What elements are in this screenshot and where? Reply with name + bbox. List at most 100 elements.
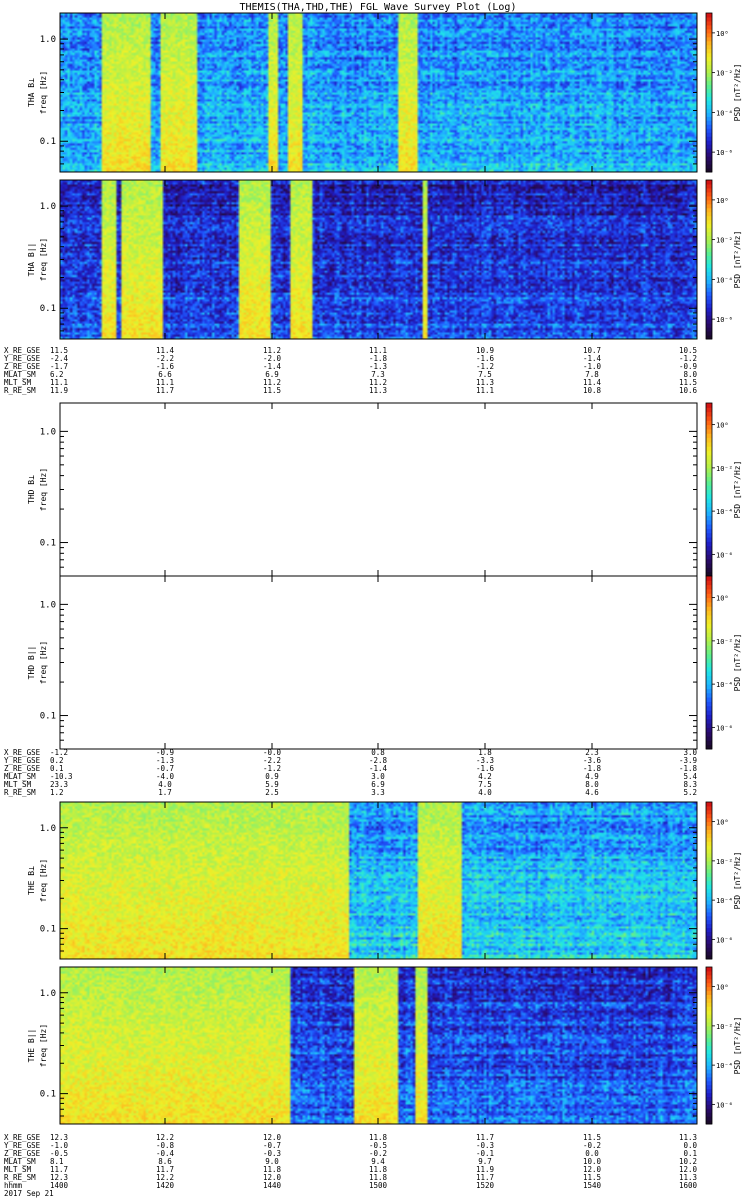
- colorbar-segment: [706, 723, 712, 728]
- colorbar-segment: [706, 315, 712, 320]
- colorbar-segment: [706, 203, 712, 209]
- colorbar-segment: [706, 207, 712, 213]
- ephemeris-value: 10.6: [679, 386, 698, 395]
- colorbar-segment: [706, 653, 712, 659]
- colorbar-segment: [706, 666, 712, 672]
- ephemeris-value: 1500: [369, 1181, 388, 1190]
- colorbar-segment: [706, 243, 712, 249]
- colorbar-segment: [706, 658, 712, 663]
- colorbar-segment: [706, 636, 712, 642]
- colorbar-segment: [706, 606, 712, 612]
- colorbar-segment: [706, 576, 712, 581]
- colorbar-segment: [706, 809, 712, 815]
- colorbar-segment: [706, 24, 712, 30]
- colorbar-segment: [706, 1049, 712, 1054]
- colorbar-segment: [706, 970, 712, 976]
- colorbar-segment: [706, 88, 712, 93]
- colorbar-segment: [706, 247, 712, 253]
- colorbar-tick-label: 10⁻²: [716, 465, 733, 473]
- colorbar-segment: [706, 493, 712, 499]
- spectrogram-panels: 0.11.0THA B⊥ freq [Hz]10⁰10⁻²10⁻⁴10⁻⁶PSD …: [27, 12, 742, 1125]
- colorbar-segment: [706, 868, 712, 874]
- colorbar-segment: [706, 311, 712, 316]
- y-axis-unit: freq [Hz]: [39, 1024, 48, 1067]
- colorbar-segment: [706, 1037, 712, 1043]
- colorbar-segment: [706, 454, 712, 460]
- colorbar-segment: [706, 923, 712, 929]
- colorbar-segment: [706, 1018, 712, 1023]
- colorbar-segment: [706, 821, 712, 827]
- colorbar-segment: [706, 888, 712, 893]
- colorbar-segment: [706, 450, 712, 456]
- ephemeris-value: 10.8: [583, 386, 602, 395]
- y-axis-label: THD B⊥: [27, 475, 36, 504]
- panel-5: 0.1 1.0 THE B|| freq [Hz] 10⁰ 10⁻² 10⁻⁴ 10⁻⁶ PSD…: [27, 966, 742, 1125]
- colorbar-segment: [706, 319, 712, 324]
- colorbar-segment: [706, 299, 712, 304]
- colorbar-segment: [706, 853, 712, 858]
- colorbar-segment: [706, 64, 712, 70]
- colorbar-label: PSD [nT²/Hz]: [733, 461, 742, 519]
- colorbar-tick-label: 10⁻⁴: [716, 109, 733, 117]
- colorbar-segment: [706, 880, 712, 885]
- y-axis-label: THE B⊥: [27, 866, 36, 895]
- colorbar-segment: [706, 900, 712, 905]
- y-axis-unit: freq [Hz]: [39, 71, 48, 114]
- colorbar-segment: [706, 120, 712, 125]
- colorbar-segment: [706, 671, 712, 676]
- colorbar-segment: [706, 939, 712, 944]
- colorbar-segment: [706, 563, 712, 568]
- colorbar-segment: [706, 116, 712, 121]
- colorbar-segment: [706, 541, 712, 547]
- y-tick-label: 0.1: [40, 137, 56, 147]
- colorbar-segment: [706, 935, 712, 940]
- colorbar-segment: [706, 876, 712, 881]
- y-axis-unit: freq [Hz]: [39, 859, 48, 902]
- colorbar-label: PSD [nT²/Hz]: [733, 64, 742, 122]
- colorbar-segment: [706, 597, 712, 603]
- colorbar-segment: [706, 323, 712, 328]
- colorbar-segment: [706, 1092, 712, 1098]
- colorbar-segment: [706, 104, 712, 109]
- colorbar-segment: [706, 16, 712, 22]
- colorbar-segment: [706, 148, 712, 153]
- colorbar-segment: [706, 187, 712, 193]
- colorbar-segment: [706, 132, 712, 137]
- colorbar-segment: [706, 420, 712, 426]
- colorbar-segment: [706, 692, 712, 698]
- spectrogram-image-4: [60, 802, 697, 959]
- colorbar-segment: [706, 640, 712, 646]
- colorbar-segment: [706, 614, 712, 620]
- colorbar-segment: [706, 849, 712, 854]
- colorbar-segment: [706, 1076, 712, 1082]
- colorbar-segment: [706, 896, 712, 901]
- ephemeris-value: 11.5: [263, 386, 281, 395]
- panel-0: 0.1 1.0 THA B⊥ freq [Hz] 10⁰ 10⁻² 10⁻⁴ 10⁻⁶ PSD …: [27, 12, 742, 173]
- colorbar-segment: [706, 701, 712, 707]
- colorbar-segment: [706, 927, 712, 933]
- colorbar-segment: [706, 428, 712, 434]
- colorbar-segment: [706, 515, 712, 521]
- spectrogram-image-1: [60, 180, 697, 339]
- colorbar-segment: [706, 1065, 712, 1070]
- colorbar-segment: [706, 136, 712, 141]
- colorbar-segment: [706, 537, 712, 542]
- colorbar-segment: [706, 407, 712, 413]
- colorbar-segment: [706, 72, 712, 78]
- colorbar-segment: [706, 231, 712, 237]
- colorbar-segment: [706, 610, 712, 616]
- colorbar-segment: [706, 967, 712, 972]
- plot-frame: [59, 402, 698, 577]
- colorbar-segment: [706, 943, 712, 948]
- colorbar-segment: [706, 1080, 712, 1086]
- colorbar-segment: [706, 1112, 712, 1117]
- colorbar-tick-label: 10⁻²: [716, 70, 733, 78]
- colorbar-segment: [706, 433, 712, 439]
- ephemeris-value: 2.5: [265, 788, 279, 797]
- colorbar-segment: [706, 1096, 712, 1101]
- colorbar-segment: [706, 802, 712, 807]
- colorbar-tick-label: 10⁰: [716, 197, 729, 205]
- wave-survey-figure: THEMIS(THA,THD,THE) FGL Wave Survey Plot…: [4, 2, 742, 1198]
- colorbar-segment: [706, 156, 712, 161]
- ephemeris-value: 1600: [679, 1181, 698, 1190]
